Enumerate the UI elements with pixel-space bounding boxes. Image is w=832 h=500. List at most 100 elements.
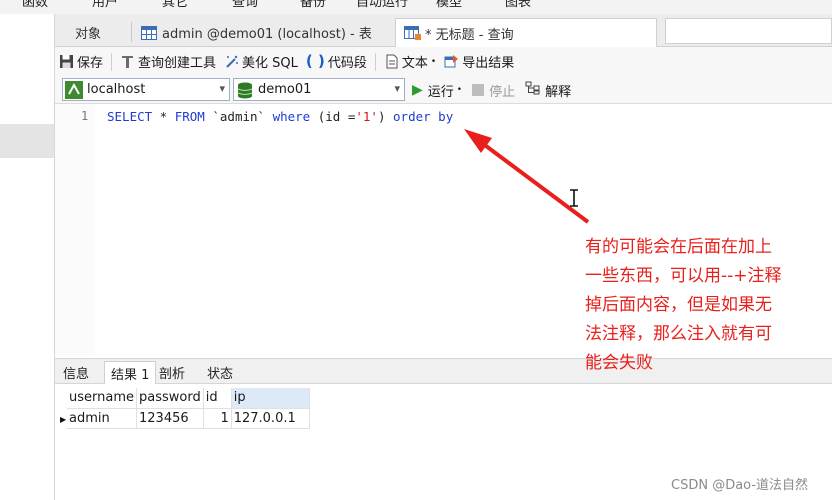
- column-header-id[interactable]: id: [203, 388, 232, 409]
- annotation-line: 掉后面内容，但是如果无: [585, 295, 772, 315]
- menu-functions[interactable]: 函数: [22, 0, 48, 10]
- cell-ip[interactable]: 127.0.0.1: [231, 408, 310, 429]
- menu-model[interactable]: 模型: [436, 0, 462, 10]
- search-input[interactable]: [665, 18, 832, 44]
- cell-password[interactable]: 123456: [136, 408, 204, 429]
- run-label: 运行: [427, 84, 454, 100]
- export-result-button[interactable]: 导出结果: [440, 50, 518, 74]
- database-select[interactable]: demo01 ▾: [233, 78, 405, 101]
- tab-profile[interactable]: 剖析: [153, 361, 191, 384]
- export-icon: [444, 54, 459, 69]
- tab-result-1[interactable]: 结果 1: [104, 361, 157, 384]
- parentheses-icon: ( ): [305, 52, 325, 70]
- explain-label: 解释: [545, 84, 572, 100]
- annotation-line: 能会失败: [585, 353, 653, 373]
- annotation-text: 有的可能会在后面在加上 一些东西，可以用--+注释 掉后面内容，但是如果无 法注…: [585, 233, 831, 378]
- annotation-line: 一些东西，可以用--+注释: [585, 266, 782, 286]
- tab-info[interactable]: 信息: [57, 361, 95, 384]
- column-header-username[interactable]: username: [67, 388, 137, 409]
- tab-result-label: 结果 1: [111, 367, 150, 383]
- menu-users[interactable]: 用户: [92, 0, 118, 10]
- tab-table-admin[interactable]: admin @demo01 (localhost) - 表: [133, 18, 380, 47]
- sql-keyword-where: where: [272, 109, 311, 124]
- tab-profile-label: 剖析: [159, 367, 186, 382]
- query-table-icon: [404, 26, 421, 40]
- tab-table-label: admin @demo01 (localhost) - 表: [162, 27, 372, 42]
- magic-wand-icon: [224, 54, 239, 69]
- document-icon: [384, 54, 399, 69]
- toolbar-divider: [374, 52, 376, 71]
- sql-keyword-order-by: order by: [393, 109, 454, 124]
- table-icon: [141, 25, 157, 40]
- explain-icon: [525, 81, 541, 99]
- app-window: 函数 用户 其它 查询 备份 自动运行 模型 图表 对象 admin @demo…: [0, 0, 832, 500]
- query-builder-button[interactable]: 查询创建工具: [116, 50, 220, 74]
- export-result-label: 导出结果: [462, 56, 515, 71]
- chevron-down-icon: ▾: [219, 82, 225, 95]
- toolbar-divider: [111, 52, 113, 71]
- database-value: demo01: [258, 82, 312, 97]
- cell-username[interactable]: admin: [67, 408, 137, 429]
- play-icon: ▶: [412, 82, 423, 98]
- sql-code-line[interactable]: SELECT * FROM `admin` where (id ='1') or…: [107, 109, 453, 124]
- sql-string-value: '1': [355, 109, 378, 124]
- text-mode-button[interactable]: 文本 •: [380, 50, 440, 74]
- column-header-ip[interactable]: ip: [231, 388, 310, 409]
- run-controls: ▶ 运行 • 停止 解释: [412, 79, 581, 101]
- tab-query-label: * 无标题 - 查询: [425, 27, 514, 43]
- annotation-line: 法注释，那么注入就有可: [585, 324, 772, 344]
- beautify-sql-button[interactable]: 美化 SQL: [220, 50, 302, 74]
- sql-condition-close: ): [377, 109, 394, 124]
- code-snippet-button[interactable]: ( ) 代码段: [302, 50, 371, 74]
- run-button[interactable]: ▶ 运行 •: [412, 81, 462, 100]
- menu-backup[interactable]: 备份: [300, 0, 326, 10]
- line-number-gutter: 1: [55, 104, 95, 356]
- database-icon: [236, 81, 254, 99]
- sql-keyword-select: SELECT: [107, 109, 153, 124]
- results-table: username password id ip admin 123456 1 1…: [67, 388, 310, 429]
- tab-info-label: 信息: [63, 367, 90, 382]
- line-number: 1: [81, 109, 89, 123]
- query-builder-icon: [120, 54, 135, 69]
- menu-others[interactable]: 其它: [162, 0, 188, 10]
- menu-automation[interactable]: 自动运行: [356, 0, 408, 10]
- tab-objects-label: 对象: [75, 27, 102, 42]
- stop-button[interactable]: 停止: [472, 81, 515, 100]
- menu-bar: 函数 用户 其它 查询 备份 自动运行 模型 图表: [0, 0, 832, 14]
- sql-keyword-from: FROM: [174, 109, 205, 124]
- table-row[interactable]: admin 123456 1 127.0.0.1: [67, 408, 310, 429]
- sql-table-name: `admin`: [204, 109, 273, 124]
- navigation-selected-item[interactable]: [0, 124, 54, 158]
- sql-star: *: [152, 109, 175, 124]
- text-mode-label: 文本: [401, 56, 428, 71]
- editor-toolbar: 保存 查询创建工具 美化 SQL ( ) 代码段 文本 • 导出结果: [55, 47, 832, 76]
- stop-label: 停止: [489, 84, 516, 100]
- chevron-down-icon: •: [456, 85, 463, 95]
- column-header-password[interactable]: password: [136, 388, 204, 409]
- explain-button[interactable]: 解释: [525, 81, 571, 100]
- query-builder-label: 查询创建工具: [138, 56, 217, 71]
- tab-divider: [131, 22, 132, 42]
- navigation-pane: [0, 14, 55, 500]
- save-icon: [59, 54, 74, 69]
- tab-status[interactable]: 状态: [201, 361, 239, 384]
- tab-status-label: 状态: [207, 367, 234, 382]
- chevron-down-icon: ▾: [394, 82, 400, 95]
- cell-id[interactable]: 1: [203, 408, 232, 429]
- server-icon: [65, 80, 83, 99]
- stop-icon: [472, 84, 485, 96]
- connection-bar: localhost ▾ demo01 ▾ ▶ 运行 • 停止 解释: [55, 76, 832, 104]
- tab-objects[interactable]: 对象: [67, 18, 109, 47]
- menu-query[interactable]: 查询: [232, 0, 258, 10]
- menu-charts[interactable]: 图表: [505, 0, 531, 10]
- header-row: username password id ip: [67, 388, 310, 409]
- beautify-sql-label: 美化 SQL: [242, 56, 298, 71]
- tab-query-untitled[interactable]: * 无标题 - 查询: [395, 18, 657, 47]
- save-label: 保存: [77, 56, 104, 71]
- save-button[interactable]: 保存: [55, 50, 107, 74]
- code-snippet-label: 代码段: [327, 56, 367, 71]
- current-row-icon: ▶: [60, 415, 67, 424]
- annotation-line: 有的可能会在后面在加上: [585, 237, 772, 257]
- chevron-down-icon: •: [430, 56, 437, 67]
- connection-select[interactable]: localhost ▾: [62, 78, 230, 101]
